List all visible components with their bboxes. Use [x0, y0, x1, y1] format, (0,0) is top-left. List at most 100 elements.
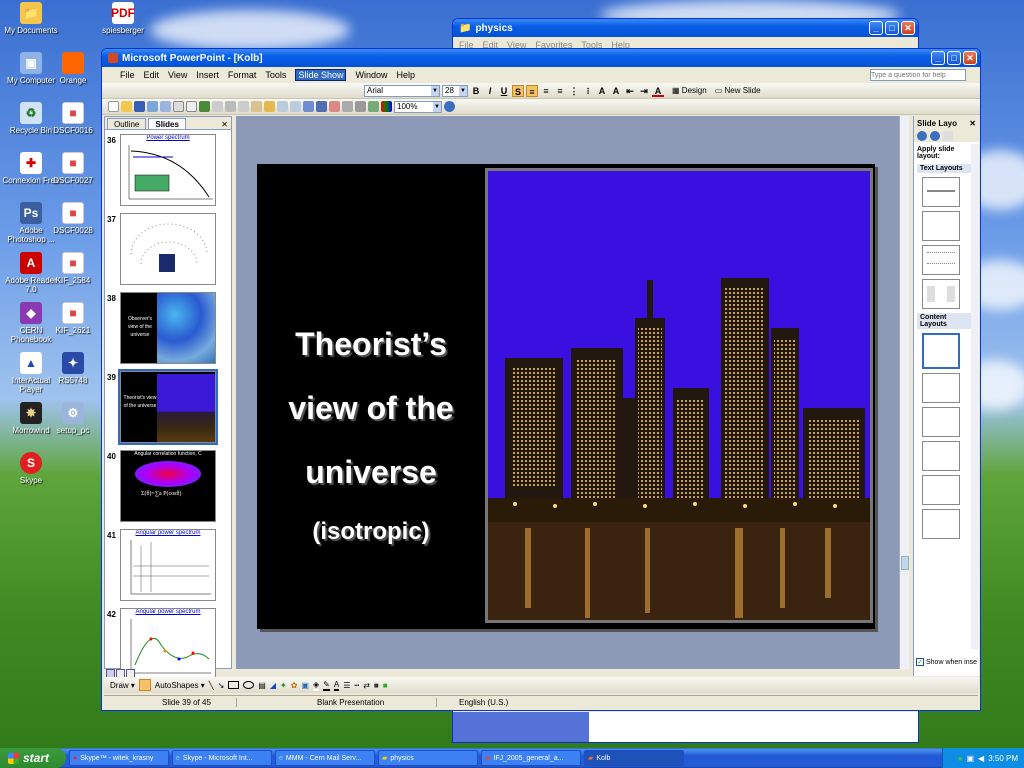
maximize-button[interactable]: □	[885, 21, 899, 35]
spelling-icon[interactable]	[199, 101, 210, 112]
slide-thumbnail[interactable]: Theorist's view of the universe	[118, 369, 218, 445]
tab-outline[interactable]: Outline	[107, 118, 147, 129]
slide-thumbnail[interactable]: Angular correlation function, C Σ(θ)=∑a …	[120, 450, 216, 522]
dash-style-icon[interactable]: ┅	[354, 681, 359, 690]
rectangle-icon[interactable]	[228, 681, 240, 689]
help-icon[interactable]	[444, 101, 455, 112]
volume-tray-icon[interactable]: ◀	[978, 754, 984, 763]
3d-style-icon[interactable]: ■	[383, 681, 388, 690]
zoom-select[interactable]: 100% ▼	[394, 100, 442, 113]
font-color-icon[interactable]: A	[333, 680, 340, 691]
autoshapes-menu[interactable]: AutoShapes ▾	[155, 681, 205, 690]
city-skyline-image[interactable]	[485, 168, 873, 623]
slide-title-text[interactable]: Theorist’s view of the universe (isotrop…	[257, 312, 485, 552]
wordart-icon[interactable]: ◢	[270, 681, 276, 690]
taskbar-item-kolb[interactable]: ▰ Kolb	[584, 750, 684, 766]
format-painter-icon[interactable]	[264, 101, 275, 112]
redo-icon[interactable]	[290, 101, 301, 112]
cut-icon[interactable]	[225, 101, 236, 112]
layout-title-text[interactable]	[922, 245, 960, 275]
menu-edit[interactable]: Edit	[144, 70, 160, 80]
slide-editing-area[interactable]: Theorist’s view of the universe (isotrop…	[236, 116, 909, 669]
underline-button[interactable]: U	[498, 85, 510, 97]
desktop-icon-orange[interactable]: Orange	[42, 52, 104, 85]
arrow-icon[interactable]: ↘	[218, 681, 225, 690]
shadow-style-icon[interactable]: ■	[374, 681, 379, 690]
menu-help[interactable]: Help	[396, 70, 415, 80]
menu-insert[interactable]: Insert	[196, 70, 219, 80]
ppt-title-bar[interactable]: Microsoft PowerPoint - [Kolb] _ □ ✕	[102, 49, 980, 67]
desktop-icon-skype[interactable]: S Skype	[0, 452, 62, 485]
picture-icon[interactable]: ▣	[301, 681, 309, 690]
desktop-icon-rs5748[interactable]: ✦ RS5748	[42, 352, 104, 385]
textbox-icon[interactable]: ▤	[258, 681, 266, 690]
task-pane-scrollbar[interactable]	[971, 144, 979, 649]
open-icon[interactable]	[121, 101, 132, 112]
show-formatting-icon[interactable]	[355, 101, 366, 112]
menu-format[interactable]: Format	[228, 70, 257, 80]
desktop-icon-setup-pc[interactable]: ⚙ setup_pc	[42, 402, 104, 435]
forward-icon[interactable]	[930, 131, 940, 141]
layout-title-two-content[interactable]	[922, 509, 960, 539]
color-grayscale-icon[interactable]	[381, 101, 392, 112]
oval-icon[interactable]	[243, 681, 255, 689]
thumbnail-row[interactable]: 41 Angular power spectrum	[105, 529, 223, 603]
layout-four-content[interactable]	[922, 441, 960, 471]
network-tray-icon[interactable]: ▣	[966, 754, 974, 763]
permission-icon[interactable]	[147, 101, 158, 112]
design-button[interactable]: ▦ Design	[672, 86, 707, 95]
tables-borders-icon[interactable]	[329, 101, 340, 112]
font-color-button[interactable]: A	[652, 85, 664, 97]
tab-slides[interactable]: Slides	[148, 118, 186, 129]
font-size-select[interactable]: 28 ▼	[442, 84, 468, 97]
email-icon[interactable]	[160, 101, 171, 112]
layout-content[interactable]	[922, 373, 960, 403]
new-slide-button[interactable]: ▭ New Slide	[715, 86, 761, 95]
bold-button[interactable]: B	[470, 85, 482, 97]
close-icon[interactable]: ✕	[969, 119, 976, 128]
clipart-icon[interactable]: ✿	[291, 681, 298, 690]
italic-button[interactable]: I	[484, 85, 496, 97]
taskbar-item-physics[interactable]: ▰ physics	[378, 750, 478, 766]
menu-tools[interactable]: Tools	[265, 70, 286, 80]
powerpoint-window[interactable]: Microsoft PowerPoint - [Kolb] _ □ ✕ File…	[101, 48, 981, 711]
close-icon[interactable]: ✕	[221, 120, 228, 129]
thumbnail-row[interactable]: 36 Power spectrum	[105, 134, 223, 208]
slide-thumbnail[interactable]: Power spectrum	[120, 134, 216, 206]
vertical-scrollbar[interactable]	[899, 116, 909, 669]
increase-font-button[interactable]: A	[596, 85, 608, 97]
shadow-button[interactable]: S	[512, 84, 524, 97]
menu-slide-show[interactable]: Slide Show	[295, 69, 347, 81]
layout-title-content[interactable]	[922, 407, 960, 437]
clock[interactable]: 3:50 PM	[988, 754, 1018, 763]
font-name-select[interactable]: Arial ▼	[364, 84, 440, 97]
thumbnail-row[interactable]: 40 Angular correlation function, C Σ(θ)=…	[105, 450, 223, 524]
increase-indent-button[interactable]: ⇥	[638, 85, 650, 97]
arrow-style-icon[interactable]: ⇄	[363, 681, 370, 690]
back-icon[interactable]	[917, 131, 927, 141]
desktop-icon-dscf0016[interactable]: ■ DSCF0016	[42, 102, 104, 135]
fill-color-icon[interactable]: ◈	[312, 680, 320, 691]
line-color-icon[interactable]: ✎	[323, 680, 330, 691]
maximize-button[interactable]: □	[947, 51, 961, 65]
home-icon[interactable]	[943, 131, 953, 141]
current-slide[interactable]: Theorist’s view of the universe (isotrop…	[257, 164, 875, 629]
taskbar-item-ifj[interactable]: ▰ IFJ_2005_general_a...	[481, 750, 581, 766]
diagram-icon[interactable]: ✦	[280, 681, 287, 690]
print-icon[interactable]	[173, 101, 184, 112]
line-style-icon[interactable]: ☰	[343, 681, 350, 690]
save-icon[interactable]	[134, 101, 145, 112]
thumbnail-row-selected[interactable]: 39 Theorist's view of the universe	[105, 369, 223, 445]
layout-content-blank[interactable]	[922, 333, 960, 369]
draw-menu[interactable]: Draw ▾	[110, 681, 135, 690]
align-right-button[interactable]: ≡	[554, 85, 566, 97]
desktop-icon-kif2584[interactable]: ■ KIF_2584	[42, 252, 104, 285]
align-left-button[interactable]: ≡	[526, 84, 538, 97]
skype-tray-icon[interactable]: ●	[958, 754, 963, 763]
select-objects-icon[interactable]	[138, 679, 151, 691]
copy-icon[interactable]	[238, 101, 249, 112]
menu-view[interactable]: View	[168, 70, 187, 80]
slide-thumbnail[interactable]: Observer's view of the universe	[120, 292, 216, 364]
layout-blank[interactable]	[922, 211, 960, 241]
minimize-button[interactable]: _	[869, 21, 883, 35]
